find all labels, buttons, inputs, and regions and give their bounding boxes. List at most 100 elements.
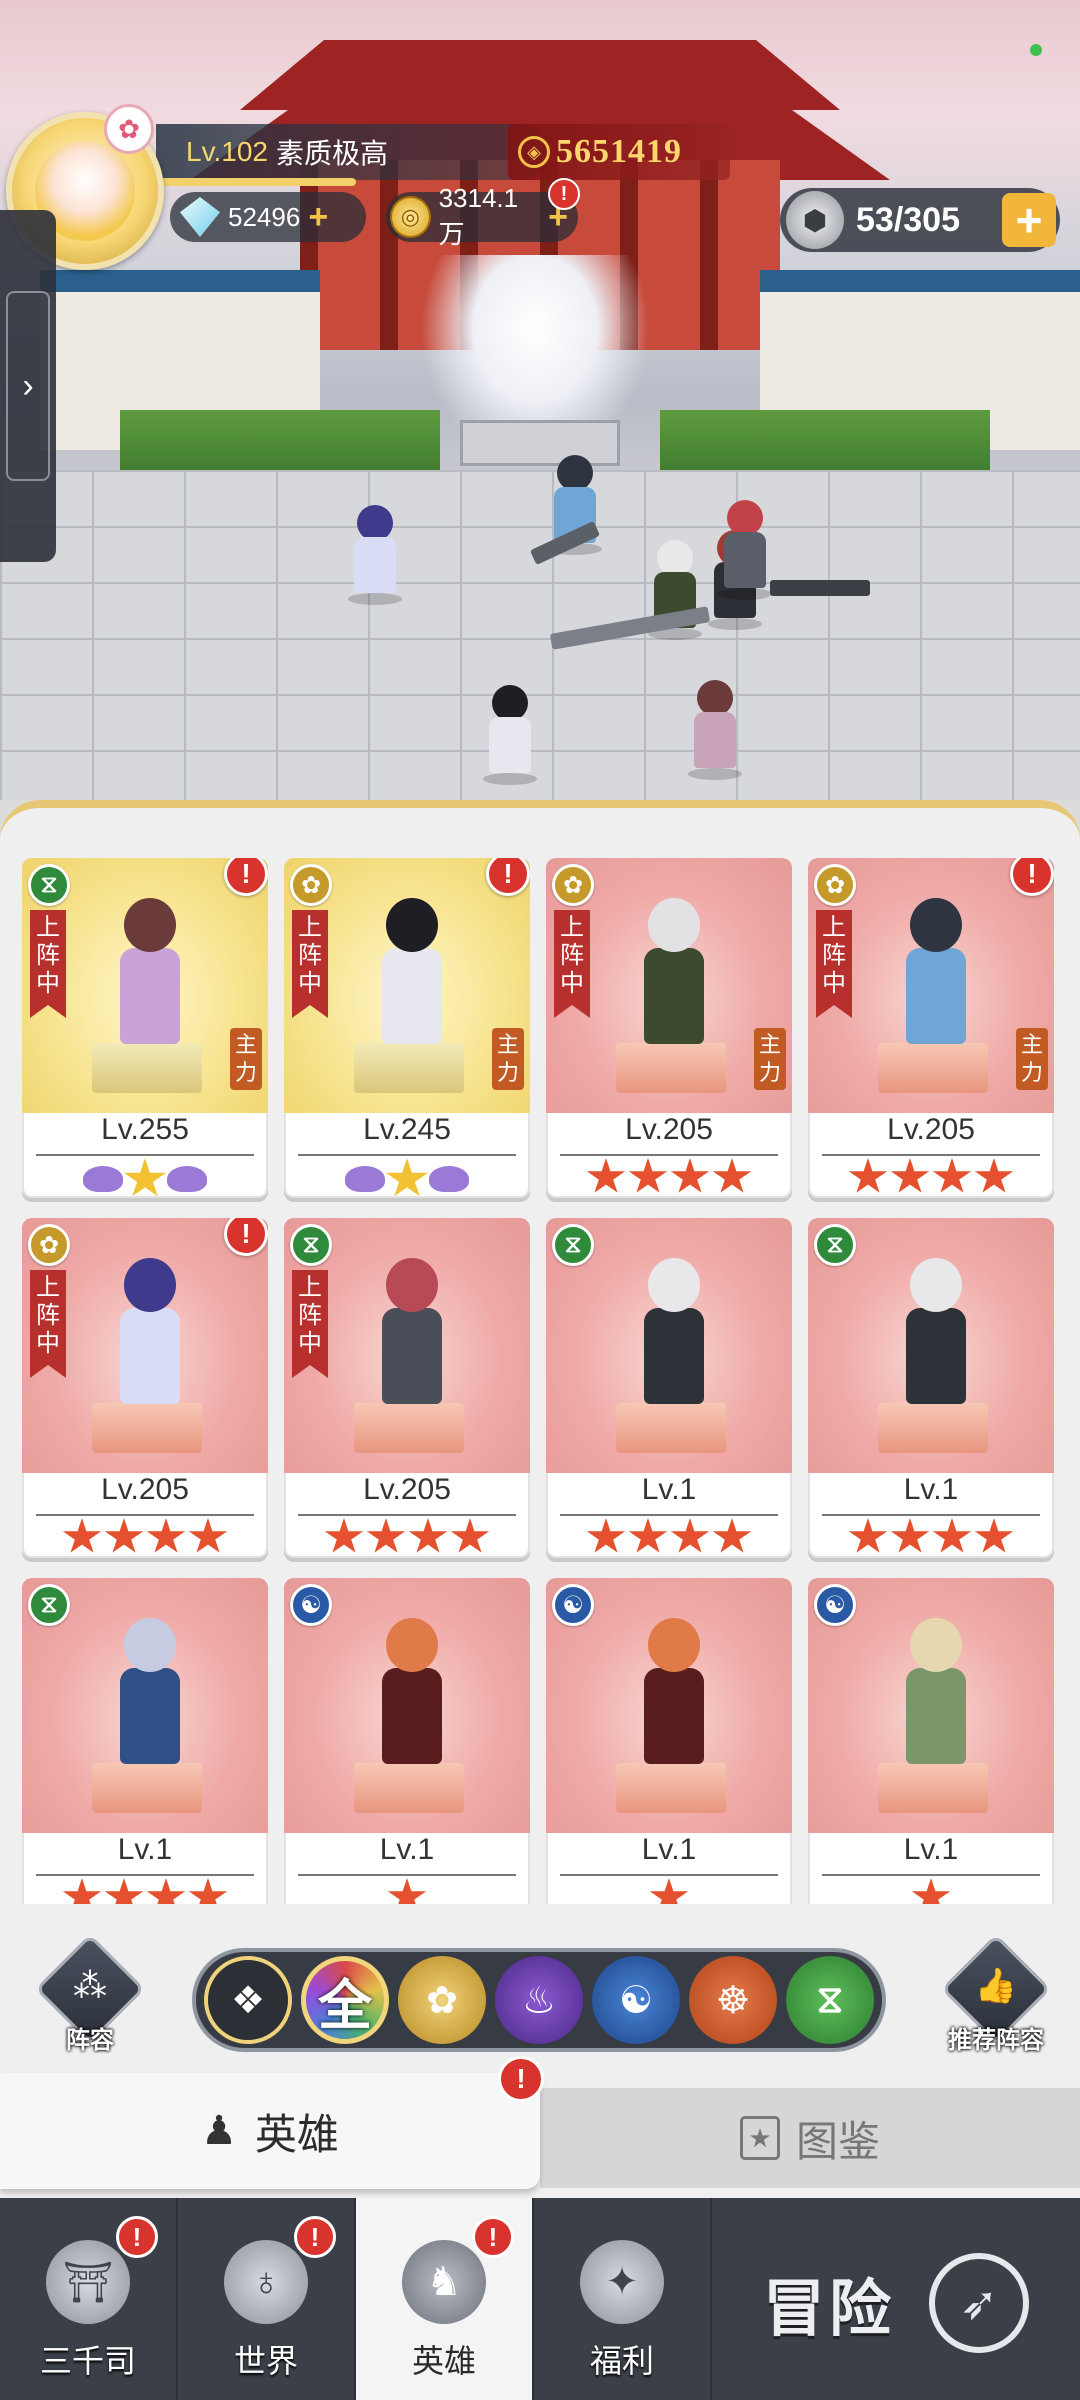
filter-wind-button[interactable]: ☯ [592, 1956, 680, 2044]
star-icon [188, 1518, 228, 1553]
player-name: 素质极高 [276, 138, 389, 169]
thumbs-up-icon: 👍 [974, 1967, 1018, 2005]
lineup-button[interactable]: ⁂ 阵容 [34, 1933, 146, 2062]
star-icon [890, 1158, 930, 1193]
hero-card[interactable]: ⧖ Lv.1 [808, 1218, 1054, 1558]
filter-all-button[interactable]: 全 [301, 1956, 389, 2044]
hero-card[interactable]: ☯ Lv.1 [284, 1578, 530, 1904]
gem-value: 52496 [228, 201, 301, 232]
filter-lotus-button[interactable]: ✿ [398, 1956, 486, 2044]
divider [560, 1874, 778, 1876]
hero-card[interactable]: ✿ 上阵中 主力! Lv.205 [808, 858, 1054, 1198]
faction-wind-icon: ☯ [290, 1584, 332, 1626]
hero-level: Lv.205 [101, 1473, 189, 1506]
nav-item-heroes[interactable]: ♞ 英雄 ! [356, 2198, 534, 2400]
hero-card[interactable]: ☯ Lv.1 [546, 1578, 792, 1904]
star-icon [649, 1878, 689, 1904]
gem-counter[interactable]: 52496 + [170, 192, 366, 242]
faction-lotus-icon: ✿ [814, 864, 856, 906]
gold-star-icon [385, 1158, 429, 1197]
adventure-label: 冒险 [762, 2275, 895, 2344]
coin-icon: ◎ [390, 196, 431, 238]
nav-item-welfare[interactable]: ✦ 福利 [534, 2198, 712, 2400]
filter-monk-button[interactable]: ☸ [689, 1956, 777, 2044]
deployed-ribbon: 上阵中 [816, 910, 852, 1018]
add-gems-icon[interactable]: + [308, 198, 328, 237]
battle-scene [0, 0, 1080, 800]
add-stamina-button[interactable]: + [1002, 193, 1056, 247]
side-drawer-toggle[interactable]: › [0, 210, 56, 562]
star-icon [387, 1878, 427, 1904]
faction-life-icon: ⧖ [28, 1584, 70, 1626]
hero-portrait [628, 898, 718, 1058]
scene-hero-sprite [475, 685, 545, 785]
hero-card[interactable]: ⧖ Lv.1 [546, 1218, 792, 1558]
faction-wind-icon: ☯ [814, 1584, 856, 1626]
recommend-label: 推荐阵容 [948, 2027, 1044, 2054]
wing-icon [83, 1166, 123, 1192]
main-force-tag: 主力 [230, 1028, 262, 1090]
deployed-ribbon: 上阵中 [554, 910, 590, 1018]
star-icon [670, 1158, 710, 1193]
main-force-tag: 主力 [754, 1028, 786, 1090]
adventure-button[interactable]: 冒险 ➶ [712, 2198, 1080, 2400]
gold-alert-badge: ! [548, 178, 580, 210]
star-icon [712, 1158, 752, 1193]
faction-life-icon: ⧖ [28, 864, 70, 906]
star-icon [932, 1158, 972, 1193]
tab-heroes[interactable]: ♟ 英雄 [0, 2073, 540, 2189]
filter-shadow-button[interactable]: ♨ [495, 1956, 583, 2044]
hero-card[interactable]: ✿ 上阵中 主力 Lv.205 [546, 858, 792, 1198]
divider [560, 1154, 778, 1156]
nav-label: 三千司 [39, 2343, 136, 2379]
star-icon [628, 1518, 668, 1553]
star-icon [848, 1158, 888, 1193]
star-rating [808, 1518, 1054, 1556]
hero-card[interactable]: ✿ 上阵中 主力! Lv.245 [284, 858, 530, 1198]
nav-item-world[interactable]: ♁ 世界 ! [178, 2198, 356, 2400]
stamina-icon: ⬢ [786, 191, 844, 249]
star-icon [628, 1158, 668, 1193]
compass-icon: ➶ [929, 2253, 1029, 2353]
nav-label: 英雄 [411, 2343, 476, 2379]
hero-card[interactable]: ☯ Lv.1 [808, 1578, 1054, 1904]
star-icon [104, 1518, 144, 1553]
hero-card[interactable]: ✿ 上阵中! Lv.205 [22, 1218, 268, 1558]
nav-label: 世界 [233, 2343, 298, 2379]
hero-card[interactable]: ⧖ 上阵中 主力! Lv.255 [22, 858, 268, 1198]
hero-portrait [890, 1258, 980, 1418]
star-icon [974, 1518, 1014, 1553]
filter-all-label: 全 [318, 1975, 372, 2036]
star-rating [546, 1878, 792, 1904]
flame-icon: ♨ [521, 1979, 557, 2022]
nav-item-sanqiansi[interactable]: ⛩ 三千司 ! [0, 2198, 178, 2400]
hero-portrait [890, 898, 980, 1058]
recommended-lineup-button[interactable]: 👍 推荐阵容 [926, 1933, 1066, 2062]
hero-level: Lv.1 [379, 1833, 435, 1866]
filter-life-button[interactable]: ⧖ [786, 1956, 874, 2044]
faction-life-icon: ⧖ [552, 1224, 594, 1266]
hero-level: Lv.1 [903, 1833, 959, 1866]
filter-cards-button[interactable]: ❖ [204, 1956, 292, 2044]
tab-codex[interactable]: ★ 图鉴 [540, 2088, 1080, 2188]
star-rating [808, 1158, 1054, 1196]
hero-portrait [104, 1618, 194, 1778]
player-level: Lv.102 [186, 136, 268, 167]
hero-card[interactable]: ⧖ Lv.1 [22, 1578, 268, 1904]
lineup-network-icon: ⁂ [73, 1967, 107, 2005]
hero-portrait [104, 898, 194, 1058]
star-rating [22, 1878, 268, 1904]
gold-rank-badge [22, 1158, 268, 1198]
stamina-counter[interactable]: ⬢ 53/305 + [780, 188, 1060, 252]
hero-level: Lv.1 [641, 1473, 697, 1506]
hero-grid: ⧖ 上阵中 主力! Lv.255 ✿ 上阵中 主力! Lv.245 ✿ 上阵中 主力 Lv.205 ✿ 上… [22, 858, 1062, 1904]
gold-star-icon [123, 1158, 167, 1197]
faction-life-icon: ⧖ [290, 1224, 332, 1266]
star-icon [890, 1518, 930, 1553]
divider [560, 1514, 778, 1516]
star-icon [146, 1518, 186, 1553]
star-rating [284, 1878, 530, 1904]
hero-card[interactable]: ⧖ 上阵中 Lv.205 [284, 1218, 530, 1558]
diamond-icon [180, 197, 220, 237]
gold-value: 3314.1万 [438, 183, 519, 249]
